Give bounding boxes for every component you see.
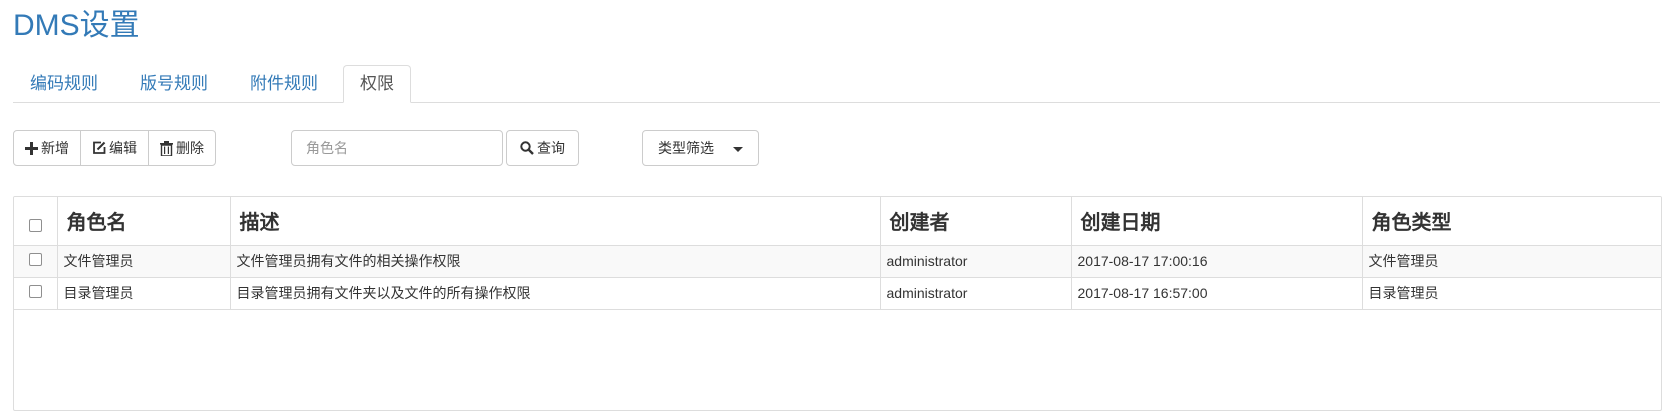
query-button-label: 查询: [537, 140, 565, 156]
action-button-group: 新增 编辑 删除: [13, 130, 216, 166]
edit-icon: [92, 141, 106, 155]
cell-role-type: 目录管理员: [1362, 277, 1661, 310]
row-select-cell: [14, 245, 58, 278]
column-header-role-type[interactable]: 角色类型: [1362, 197, 1661, 246]
table-row[interactable]: 目录管理员 目录管理员拥有文件夹以及文件的所有操作权限 administrato…: [14, 277, 1661, 310]
edit-button-label: 编辑: [109, 140, 137, 156]
select-all-cell: [14, 197, 58, 246]
cell-created-date: 2017-08-17 16:57:00: [1071, 277, 1363, 310]
tab-attachment-rules[interactable]: 附件规则: [233, 65, 335, 102]
tab-coding-rules[interactable]: 编码规则: [13, 65, 115, 102]
cell-created-date: 2017-08-17 17:00:16: [1071, 245, 1363, 278]
plus-icon: [25, 141, 38, 155]
delete-button-label: 删除: [176, 140, 204, 156]
row-checkbox[interactable]: [28, 284, 42, 298]
roles-table: 角色名 描述 创建者 创建日期 角色类型 文件管理员 文件管理员拥有文件的相关操…: [13, 196, 1662, 411]
edit-button[interactable]: 编辑: [80, 130, 149, 166]
column-header-description[interactable]: 描述: [230, 197, 881, 246]
caret-down-icon: [733, 147, 743, 152]
trash-icon: [160, 140, 173, 156]
delete-button[interactable]: 删除: [148, 130, 216, 166]
column-header-role-name[interactable]: 角色名: [57, 197, 231, 246]
tab-permissions[interactable]: 权限: [343, 65, 411, 103]
cell-description: 目录管理员拥有文件夹以及文件的所有操作权限: [230, 277, 881, 310]
tab-version-rules[interactable]: 版号规则: [123, 65, 225, 102]
table-row[interactable]: 文件管理员 文件管理员拥有文件的相关操作权限 administrator 201…: [14, 245, 1661, 278]
cell-role-name: 文件管理员: [57, 245, 231, 278]
search-icon: [520, 141, 534, 155]
cell-creator: administrator: [880, 277, 1072, 310]
add-button[interactable]: 新增: [13, 130, 81, 166]
page-title: DMS设置: [13, 9, 140, 42]
cell-role-type: 文件管理员: [1362, 245, 1661, 278]
cell-creator: administrator: [880, 245, 1072, 278]
cell-role-name: 目录管理员: [57, 277, 231, 310]
role-name-search-input[interactable]: [291, 130, 503, 166]
column-header-creator[interactable]: 创建者: [880, 197, 1072, 246]
query-button[interactable]: 查询: [506, 130, 579, 166]
settings-tabs: 编码规则 版号规则 附件规则 权限: [13, 65, 1660, 103]
type-filter-label: 类型筛选: [658, 140, 714, 156]
select-all-checkbox[interactable]: [28, 219, 42, 233]
row-checkbox[interactable]: [28, 252, 42, 266]
table-header-row: 角色名 描述 创建者 创建日期 角色类型: [14, 197, 1661, 246]
type-filter-dropdown[interactable]: 类型筛选: [642, 130, 759, 166]
add-button-label: 新增: [41, 140, 69, 156]
cell-description: 文件管理员拥有文件的相关操作权限: [230, 245, 881, 278]
column-header-created-date[interactable]: 创建日期: [1071, 197, 1363, 246]
row-select-cell: [14, 277, 58, 310]
